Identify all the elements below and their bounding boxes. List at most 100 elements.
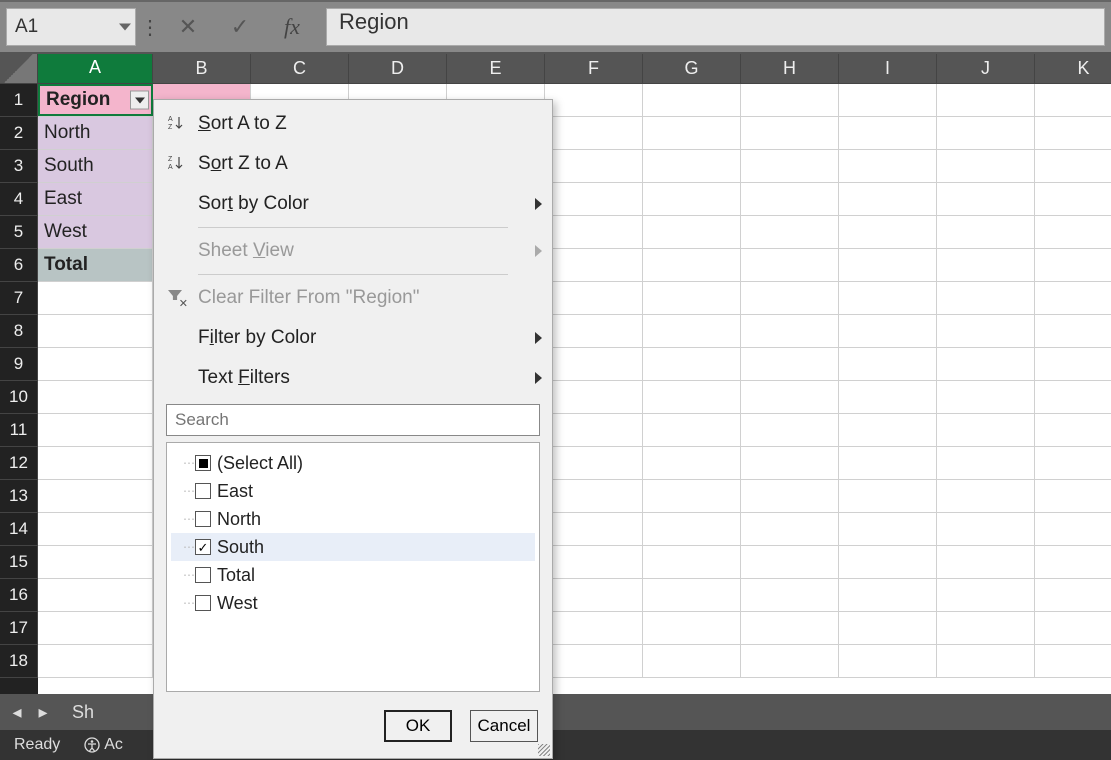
cell-empty[interactable]	[741, 381, 839, 413]
insert-function-button[interactable]: fx	[268, 8, 316, 46]
row-header-16[interactable]: 16	[0, 579, 38, 612]
row-header-15[interactable]: 15	[0, 546, 38, 579]
column-header-B[interactable]: B	[153, 54, 251, 83]
cell-empty[interactable]	[545, 414, 643, 446]
cell-empty[interactable]	[643, 612, 741, 644]
cell-empty[interactable]	[1035, 381, 1111, 413]
cell-I1[interactable]	[839, 84, 937, 116]
cell-empty[interactable]	[741, 645, 839, 677]
cell-empty[interactable]	[643, 546, 741, 578]
cell-empty[interactable]	[839, 513, 937, 545]
cell-empty[interactable]	[839, 579, 937, 611]
cell-empty[interactable]	[38, 480, 153, 512]
row-header-4[interactable]: 4	[0, 183, 38, 216]
cell-empty[interactable]	[937, 546, 1035, 578]
sort-a-to-z[interactable]: AZ Sort A to Z	[154, 104, 552, 144]
cell-empty[interactable]	[839, 381, 937, 413]
cell-empty[interactable]	[643, 579, 741, 611]
cell-empty[interactable]	[937, 381, 1035, 413]
row-header-7[interactable]: 7	[0, 282, 38, 315]
cell-empty[interactable]	[643, 447, 741, 479]
row-header-18[interactable]: 18	[0, 645, 38, 678]
column-header-J[interactable]: J	[937, 54, 1035, 83]
cell-empty[interactable]	[545, 513, 643, 545]
cell-empty[interactable]	[643, 315, 741, 347]
cell-empty[interactable]	[937, 447, 1035, 479]
confirm-edit-button[interactable]: ✓	[216, 8, 264, 46]
cell-empty[interactable]	[741, 447, 839, 479]
filter-values-list[interactable]: ⋯ (Select All) ⋯ East ⋯ North ⋯ South ⋯ …	[166, 442, 540, 692]
cell-empty[interactable]	[1035, 348, 1111, 380]
cell-empty[interactable]	[1035, 645, 1111, 677]
cell-empty[interactable]	[545, 315, 643, 347]
cell-empty[interactable]	[38, 414, 153, 446]
cell-empty[interactable]	[741, 282, 839, 314]
formula-input[interactable]: Region	[326, 8, 1105, 46]
cell-empty[interactable]	[937, 612, 1035, 644]
cell-empty[interactable]	[937, 579, 1035, 611]
cell-H1[interactable]	[741, 84, 839, 116]
cell-empty[interactable]	[839, 546, 937, 578]
row-header-10[interactable]: 10	[0, 381, 38, 414]
row-header-12[interactable]: 12	[0, 447, 38, 480]
name-box-dropdown-icon[interactable]	[119, 24, 131, 31]
checkbox-unchecked-icon[interactable]	[195, 511, 211, 527]
filter-search-input[interactable]	[166, 404, 540, 436]
cell-empty[interactable]	[1035, 480, 1111, 512]
cell-empty[interactable]	[839, 414, 937, 446]
cell-A3[interactable]: South	[38, 150, 153, 182]
cancel-button[interactable]: Cancel	[470, 710, 538, 742]
cell-empty[interactable]	[545, 645, 643, 677]
column-header-K[interactable]: K	[1035, 54, 1111, 83]
column-header-F[interactable]: F	[545, 54, 643, 83]
filter-item-select-all[interactable]: ⋯ (Select All)	[171, 449, 535, 477]
filter-dropdown-icon[interactable]	[130, 91, 149, 110]
cell-empty[interactable]	[643, 480, 741, 512]
checkbox-checked-icon[interactable]	[195, 539, 211, 555]
cell-empty[interactable]	[38, 579, 153, 611]
cell-empty[interactable]	[38, 612, 153, 644]
cell-A6[interactable]: Total	[38, 249, 153, 281]
cell-empty[interactable]	[839, 480, 937, 512]
cell-empty[interactable]	[839, 612, 937, 644]
cell-empty[interactable]	[643, 282, 741, 314]
cell-empty[interactable]	[38, 381, 153, 413]
filter-item-west[interactable]: ⋯ West	[171, 589, 535, 617]
cell-empty[interactable]	[741, 480, 839, 512]
cell-A1[interactable]: Region	[38, 84, 153, 116]
cell-empty[interactable]	[937, 348, 1035, 380]
cell-empty[interactable]	[937, 414, 1035, 446]
cell-empty[interactable]	[839, 645, 937, 677]
cell-empty[interactable]	[545, 546, 643, 578]
checkbox-partial-icon[interactable]	[195, 455, 211, 471]
cell-A4[interactable]: East	[38, 183, 153, 215]
cell-empty[interactable]	[643, 513, 741, 545]
column-header-E[interactable]: E	[447, 54, 545, 83]
cell-empty[interactable]	[38, 447, 153, 479]
cell-empty[interactable]	[545, 612, 643, 644]
cell-empty[interactable]	[545, 447, 643, 479]
cell-empty[interactable]	[741, 579, 839, 611]
cell-empty[interactable]	[38, 645, 153, 677]
checkbox-unchecked-icon[interactable]	[195, 567, 211, 583]
cancel-edit-button[interactable]: ✕	[164, 8, 212, 46]
cell-empty[interactable]	[1035, 579, 1111, 611]
row-header-1[interactable]: 1	[0, 84, 38, 117]
cell-empty[interactable]	[1035, 315, 1111, 347]
cell-empty[interactable]	[38, 282, 153, 314]
cell-empty[interactable]	[545, 348, 643, 380]
select-all-corner[interactable]	[0, 54, 38, 83]
column-header-D[interactable]: D	[349, 54, 447, 83]
cell-empty[interactable]	[839, 447, 937, 479]
cell-empty[interactable]	[937, 645, 1035, 677]
cell-empty[interactable]	[643, 348, 741, 380]
cell-empty[interactable]	[1035, 447, 1111, 479]
column-header-C[interactable]: C	[251, 54, 349, 83]
cell-empty[interactable]	[643, 414, 741, 446]
row-header-17[interactable]: 17	[0, 612, 38, 645]
cell-empty[interactable]	[1035, 282, 1111, 314]
cell-empty[interactable]	[38, 315, 153, 347]
cell-empty[interactable]	[38, 348, 153, 380]
cell-empty[interactable]	[545, 381, 643, 413]
cell-empty[interactable]	[937, 282, 1035, 314]
